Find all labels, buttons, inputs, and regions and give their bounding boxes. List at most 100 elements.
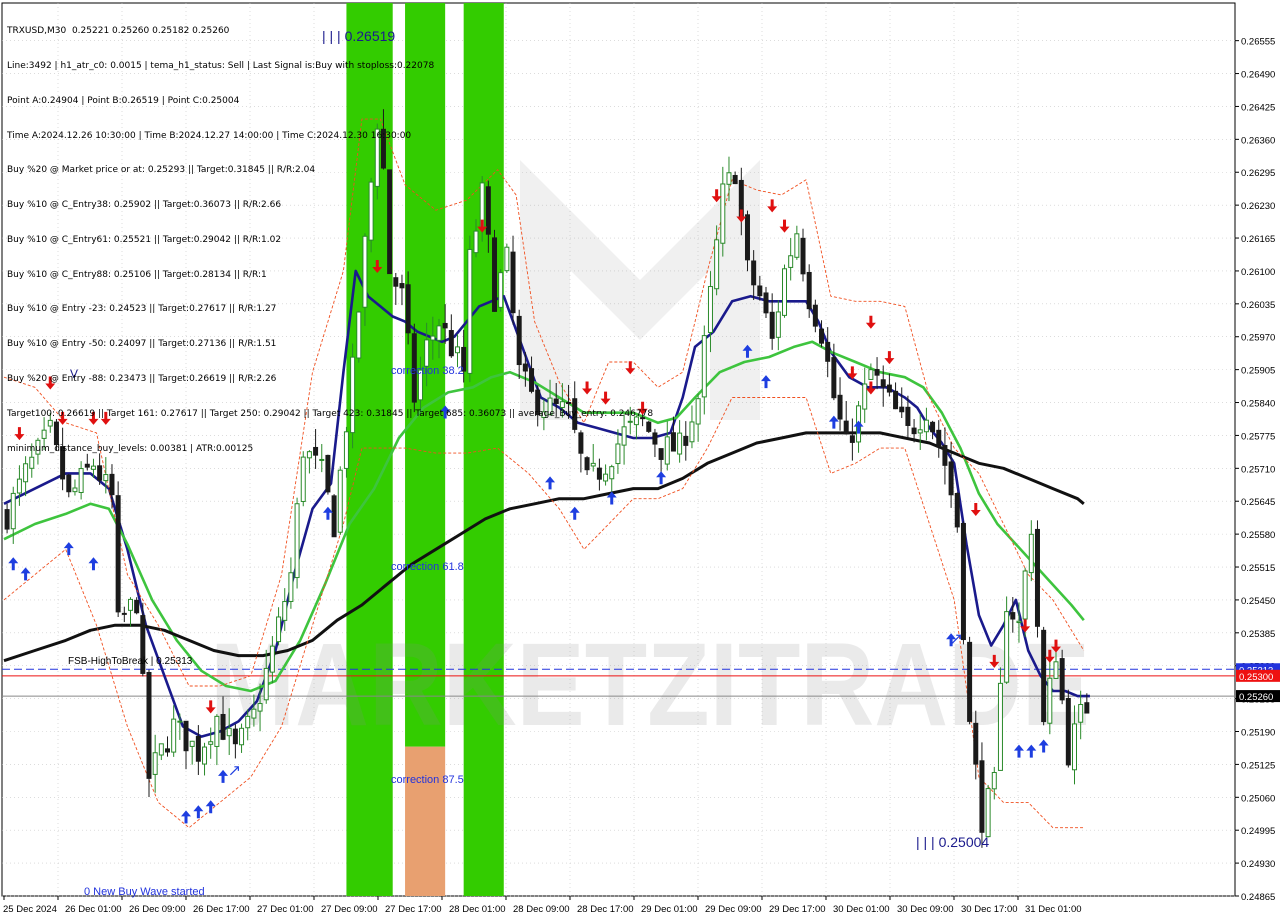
candle-body [880,379,886,388]
candle-body [695,398,701,425]
y-tick-label: 0.26165 [1241,234,1275,245]
info-line: Point A:0.24904 | Point B:0.26519 | Poin… [7,95,240,106]
candle-body [862,383,868,410]
candle-body [670,432,676,452]
candle-body [825,341,831,362]
candle-body [960,522,966,641]
candle-body [165,748,171,753]
info-panel: TRXUSD,M30 0.25221 0.25260 0.25182 0.252… [7,3,653,467]
info-line: TRXUSD,M30 0.25221 0.25260 0.25182 0.252… [7,26,230,37]
x-tick-label: 27 Dec 09:00 [321,904,378,915]
info-line: Buy %10 @ Entry -50: 0.24097 || Target:0… [7,339,277,350]
y-tick-label: 0.26035 [1241,300,1275,311]
candle-body [899,406,905,413]
candle-body [843,420,849,435]
y-tick-label: 0.25450 [1241,596,1275,607]
candle-body [677,432,683,455]
candle-body [337,469,343,533]
candle-body [782,268,788,316]
x-tick-label: 30 Dec 09:00 [897,904,954,915]
info-line: Target100: 0.26619 || Target 161: 0.2761… [7,408,654,419]
x-tick-label: 25 Dec 2024 [3,904,57,915]
candle-body [917,429,923,434]
candle-body [652,432,658,445]
y-tick-label: 0.25190 [1241,728,1275,739]
y-tick-label: 0.25515 [1241,563,1275,574]
candle-body [1047,677,1053,724]
candle-body [1028,533,1034,574]
candle-body [195,736,201,762]
candle-body [146,671,152,779]
correction-87-label: correction 87.5 [391,774,464,786]
x-tick-label: 26 Dec 01:00 [65,904,122,915]
candle-body [10,492,16,530]
candle-body [726,172,732,185]
candle-body [942,445,948,466]
candle-body [202,746,208,765]
y-tick-label: 0.26100 [1241,267,1275,278]
info-line: Time A:2024.12.26 10:30:00 | Time B:2024… [7,130,412,141]
candle-body [905,406,911,426]
candle-body [930,421,936,433]
candle-body [911,427,917,435]
info-line: Buy %20 @ Market price or at: 0.25293 ||… [7,165,316,176]
candle-body [800,237,806,275]
x-tick-label: 29 Dec 01:00 [641,904,698,915]
candle-body [954,492,960,528]
correction-61-label: correction 61.8 [391,561,464,573]
candle-body [294,503,300,579]
candle-body [720,183,726,244]
candle-body [1010,612,1016,620]
candle-body [282,601,288,621]
info-line: Buy %10 @ C_Entry38: 0.25902 || Target:0… [7,200,282,211]
y-tick-label: 0.25060 [1241,793,1275,804]
info-line: Buy %20 @ Entry -88: 0.23473 || Target:0… [7,374,277,384]
candle-body [183,720,189,752]
y-tick-label: 0.26555 [1241,37,1275,48]
candle-body [893,390,899,410]
y-tick-label: 0.26230 [1241,201,1275,212]
candle-body [4,509,10,530]
candle-body [1071,723,1077,771]
candle-body [220,713,226,740]
y-tick-label: 0.24930 [1241,859,1275,870]
candle-body [751,260,757,286]
candle-body [171,718,177,753]
x-tick-label: 31 Dec 01:00 [1025,904,1082,915]
candle-body [226,727,232,737]
x-tick-label: 27 Dec 01:00 [257,904,314,915]
watermark-text: MARKETZITRADE [210,619,1090,751]
candle-body [979,760,985,833]
y-tick-label: 0.26490 [1241,70,1275,81]
candle-body [997,682,1003,771]
signal-zone-lower [405,746,446,896]
candle-body [967,641,973,722]
candle-body [886,384,892,393]
candle-body [689,421,695,443]
fsb-line-label: FSB-HighToBreak | 0.25313 [68,656,193,667]
info-line: minimum_distance_buy_levels: 0.00381 | A… [7,443,254,454]
y-tick-label: 0.26360 [1241,135,1275,146]
candle-body [609,466,615,480]
x-tick-label: 28 Dec 17:00 [577,904,634,915]
x-tick-label: 29 Dec 09:00 [705,904,762,915]
candle-body [66,474,72,493]
candle-body [1022,570,1028,620]
candle-body [115,495,121,613]
candle-body [288,572,294,602]
info-line: Buy %10 @ C_Entry61: 0.25521 || Target:0… [7,234,282,245]
candle-body [78,468,84,494]
candle-body [97,465,103,481]
candle-body [1034,528,1040,627]
candle-body [276,616,282,643]
y-tick-label: 0.25840 [1241,399,1275,410]
candle-body [707,286,713,333]
candle-body [701,335,707,398]
point-c-label: | | | 0.25004 [916,834,989,850]
candle-body [16,478,22,494]
candle-body [769,311,775,339]
candle-body [812,304,818,327]
candle-body [603,473,609,482]
x-tick-label: 28 Dec 01:00 [449,904,506,915]
candle-body [239,727,245,746]
